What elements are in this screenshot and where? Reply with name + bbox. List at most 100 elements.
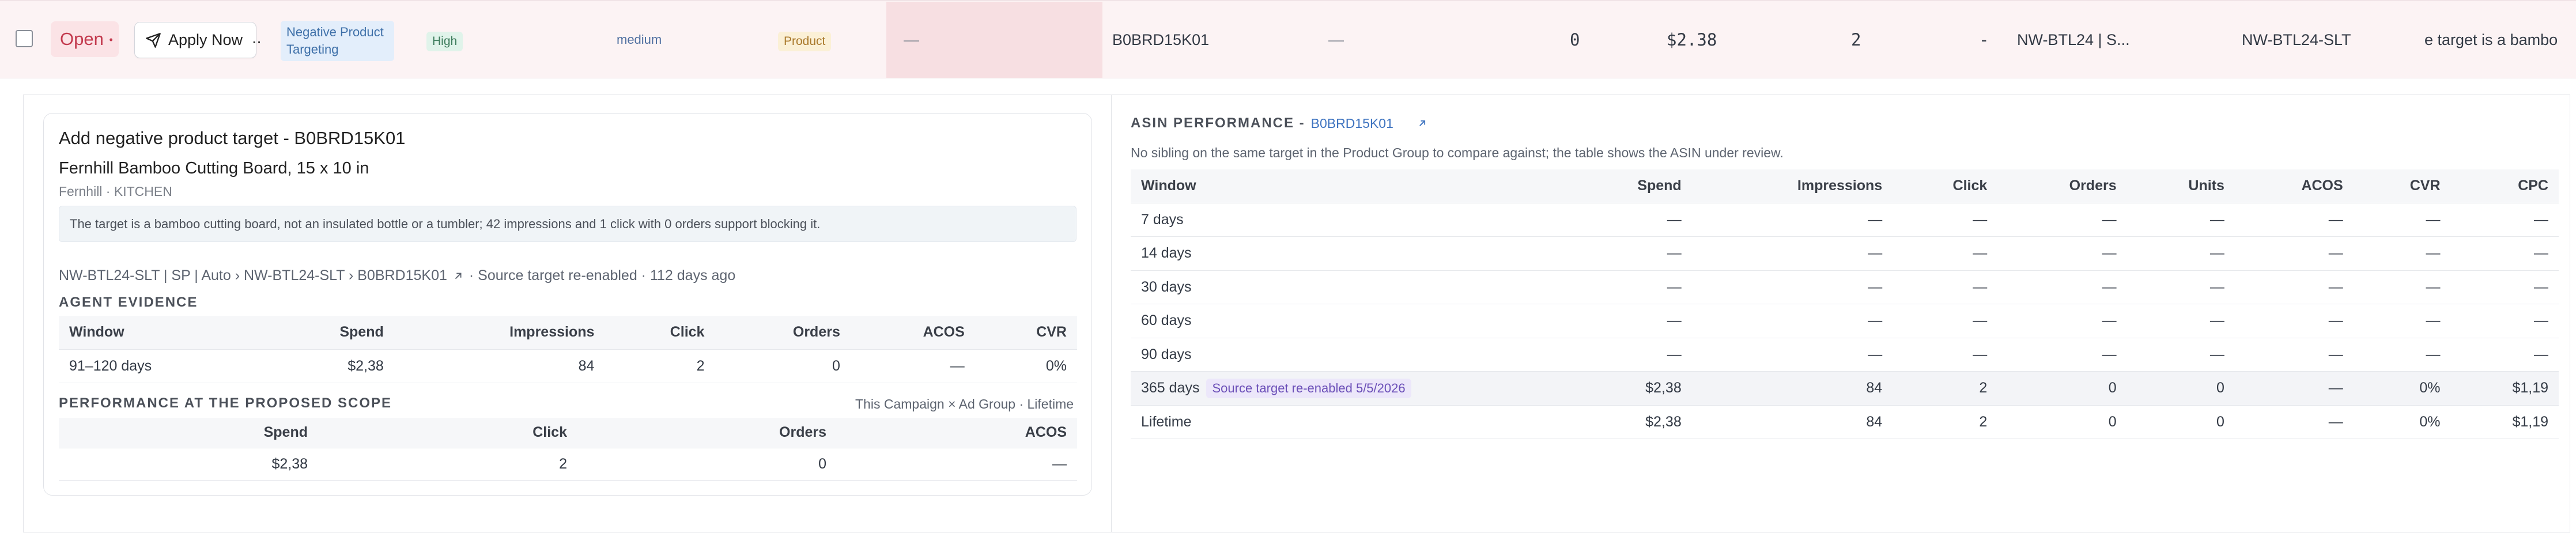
table-cell: —: [850, 349, 975, 383]
status-dot: •: [109, 34, 113, 46]
metric-value: —: [2209, 211, 2224, 228]
table-cell: —: [2450, 338, 2559, 372]
metric-value: —: [2102, 312, 2117, 329]
table-cell: —: [2450, 236, 2559, 271]
metric-value: —: [2534, 346, 2548, 362]
breadcrumb: NW-BTL24-SLT | SP | Auto › NW-BTL24-SLT …: [59, 267, 735, 284]
table-cell: —: [1893, 270, 1998, 304]
product-brand: Fernhill · KITCHEN: [59, 184, 172, 199]
send-icon: [146, 32, 161, 48]
target-row[interactable]: Open • Apply Now .. Negative Product Tar…: [0, 0, 2576, 78]
window-label: 365 days: [1141, 379, 1200, 396]
asin-panel-title: ASIN PERFORMANCE -: [1131, 115, 1305, 131]
table-cell: 91–120 days: [59, 349, 265, 383]
table-cell: —: [1997, 270, 2127, 304]
metric-value: —: [2426, 346, 2441, 362]
table-cell: —: [2234, 236, 2354, 271]
col-header: Spend: [265, 316, 394, 350]
spend-cell: $2.38: [1667, 30, 1717, 50]
metric-value: —: [1973, 278, 1988, 295]
col-header: Impressions: [394, 316, 605, 350]
external-link-icon[interactable]: [1417, 118, 1428, 129]
status-badge[interactable]: Open •: [51, 21, 119, 57]
table-cell: —: [1569, 304, 1692, 338]
metric-value: —: [1667, 245, 1682, 262]
table-row: 365 days Source target re-enabled 5/5/202…: [1131, 371, 2559, 406]
table-cell: 60 days: [1131, 304, 1569, 338]
col-header: Window: [1131, 169, 1569, 203]
agent-evidence-heading: AGENT EVIDENCE: [59, 294, 198, 310]
orders-cell: 0: [1570, 30, 1580, 50]
metric-value: —: [2328, 346, 2343, 362]
col-header: Click: [1893, 169, 1998, 203]
table-cell: —: [2353, 203, 2451, 237]
table-cell: —: [1893, 338, 1998, 372]
table-cell: $2,38: [1569, 405, 1692, 439]
col-header: ACOS: [850, 316, 975, 350]
metric-value: 2: [1979, 380, 1988, 396]
campaign-cell[interactable]: NW-BTL24 | S...: [2017, 1, 2130, 79]
metric-value: —: [2534, 245, 2548, 262]
metric-value: —: [2102, 278, 2117, 295]
evidence-table: Window Spend Impressions Click Orders AC…: [59, 316, 1077, 383]
metric-value: 0: [2108, 413, 2117, 430]
table-cell: —: [2126, 338, 2235, 372]
metric-value: 0%: [2419, 413, 2441, 430]
scope-table: Spend Click Orders ACOS $2,38 2 0 —: [59, 418, 1077, 481]
acos-cell: -: [1979, 30, 1989, 50]
panel-divider: [1111, 95, 1112, 532]
metric-value: 0: [2108, 380, 2117, 396]
external-link-icon[interactable]: [452, 270, 464, 282]
col-header: Units: [2126, 169, 2235, 203]
asin-link[interactable]: B0BRD15K01: [1311, 116, 1393, 131]
metric-value: —: [1868, 346, 1883, 362]
table-row: 90 days — — — — — — — —: [1131, 338, 2559, 372]
metric-value: —: [1973, 346, 1988, 362]
table-cell: —: [2234, 405, 2354, 439]
table-cell: —: [2353, 338, 2451, 372]
window-label: 7 days: [1141, 211, 1184, 228]
table-cell: $2,38: [59, 448, 318, 481]
breadcrumb-path[interactable]: NW-BTL24-SLT | SP | Auto › NW-BTL24-SLT …: [59, 267, 447, 284]
asin-cell[interactable]: B0BRD15K01: [1112, 1, 1209, 79]
table-row: 30 days — — — — — — — —: [1131, 270, 2559, 304]
table-cell: 0: [2126, 405, 2235, 439]
col-header: Orders: [1997, 169, 2127, 203]
metric-value: —: [2328, 278, 2343, 295]
metric-value: —: [2102, 245, 2117, 262]
row-checkbox[interactable]: [16, 30, 33, 47]
asin-panel-header: ASIN PERFORMANCE - B0BRD15K01: [1131, 115, 1428, 131]
metric-value: —: [1667, 346, 1682, 362]
table-cell: 0: [2126, 371, 2235, 406]
metric-value: —: [2328, 380, 2343, 396]
table-cell: 84: [1691, 405, 1893, 439]
empty-cell: —: [904, 31, 919, 48]
table-cell: 84: [394, 349, 605, 383]
table-cell: Lifetime: [1131, 405, 1569, 439]
ad-group-cell[interactable]: NW-BTL24-SLT: [2242, 1, 2351, 79]
window-label: 90 days: [1141, 346, 1192, 362]
table-cell: —: [2126, 203, 2235, 237]
source-badge: Source target re-enabled 5/5/2026: [1206, 378, 1411, 398]
table-cell: —: [1997, 338, 2127, 372]
reason-notice: The target is a bamboo cutting board, no…: [59, 206, 1077, 242]
table-cell: —: [2126, 270, 2235, 304]
table-cell: —: [1569, 270, 1692, 304]
table-cell: —: [1691, 203, 1893, 237]
overflow-text: ..: [252, 28, 262, 47]
table-cell: —: [2353, 236, 2451, 271]
table-row: 14 days — — — — — — — —: [1131, 236, 2559, 271]
apply-label: Apply Now: [168, 31, 243, 48]
status-label: Open: [60, 29, 104, 49]
metric-value: —: [1868, 312, 1883, 329]
col-header: CVR: [2353, 169, 2451, 203]
table-cell: 90 days: [1131, 338, 1569, 372]
metric-value: —: [2328, 413, 2343, 430]
card-title: Add negative product target - B0BRD15K01: [59, 128, 406, 148]
table-cell: —: [1691, 338, 1893, 372]
table-cell: —: [2450, 203, 2559, 237]
apply-now-button[interactable]: Apply Now: [134, 22, 256, 58]
table-cell: 30 days: [1131, 270, 1569, 304]
metric-value: —: [1973, 312, 1988, 329]
table-cell: —: [1691, 304, 1893, 338]
